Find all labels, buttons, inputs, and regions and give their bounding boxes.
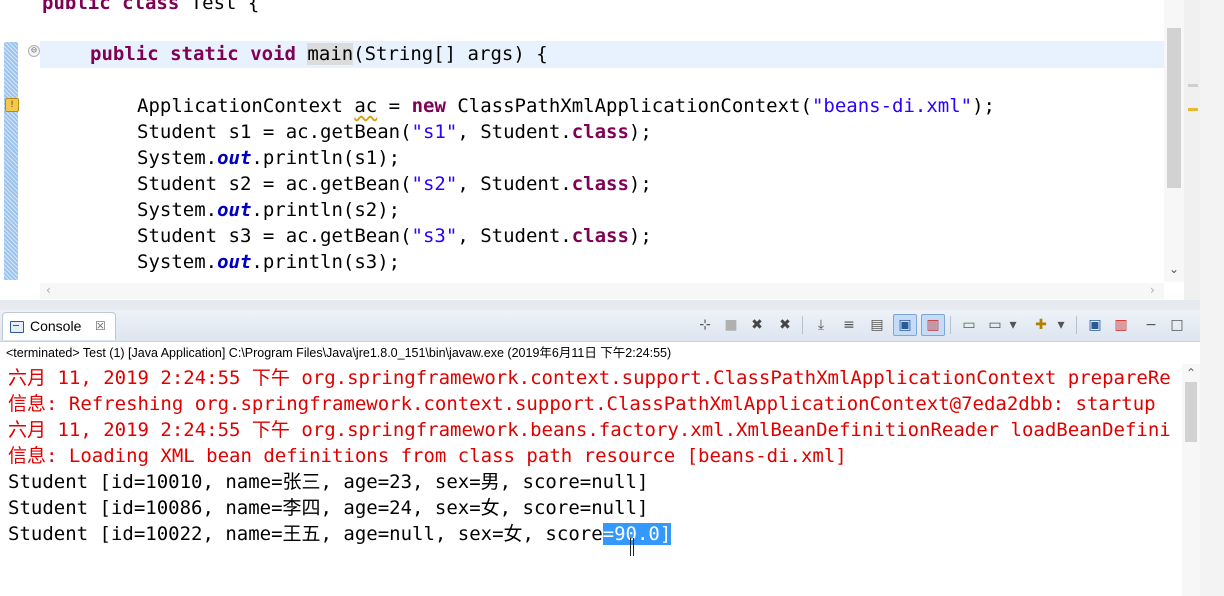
scroll-down-icon[interactable]: ⌄ — [1165, 262, 1183, 278]
code-line-class-decl[interactable]: public class Test { — [42, 0, 259, 16]
toolbar-separator — [1076, 316, 1077, 334]
toolbar-separator — [802, 316, 803, 334]
remove-launch-icon[interactable]: ✖ — [746, 314, 768, 336]
overview-warning-mark[interactable] — [1188, 108, 1198, 111]
console-icon — [10, 321, 24, 333]
overview-mark[interactable] — [1188, 84, 1198, 87]
show-on-stderr-change-icon[interactable]: ▥ — [921, 314, 945, 336]
console-line-stdout: Student [id=10086, name=李四, age=24, sex=… — [8, 497, 649, 519]
chevron-down-icon[interactable]: ▾ — [1006, 314, 1020, 336]
terminate-icon[interactable]: ■ — [720, 314, 742, 336]
pin-console-icon[interactable]: ⊹ — [694, 314, 716, 336]
code-editor[interactable]: ⊖ ! public class Test { public static vo… — [0, 0, 1205, 300]
console-line-stderr: 六月 11, 2019 2:24:55 下午 org.springframewo… — [8, 367, 1171, 389]
scroll-up-icon[interactable]: ⌃ — [1183, 366, 1199, 380]
remove-all-terminated-icon[interactable]: ✖ — [774, 314, 796, 336]
editor-scrollbar-thumb[interactable] — [1167, 28, 1181, 188]
show-on-stdout-change-icon[interactable]: ▣ — [893, 314, 917, 336]
text-cursor-icon — [630, 538, 634, 556]
scroll-right-icon[interactable]: › — [1150, 283, 1155, 297]
scroll-lock-icon[interactable]: ⤓ — [810, 314, 832, 336]
fold-collapse-icon[interactable]: ⊖ — [28, 45, 40, 57]
show-stdout-icon[interactable]: ▤ — [866, 314, 888, 336]
code-line-get-bean-s3[interactable]: Student s3 = ac.getBean("s3", Student.cl… — [137, 223, 652, 249]
pin-display-icon[interactable]: ▭ — [984, 314, 1006, 336]
overview-ruler[interactable] — [1184, 0, 1200, 300]
console-line-stderr: 六月 11, 2019 2:24:55 下午 org.springframewo… — [8, 419, 1171, 441]
code-line-get-bean-s2[interactable]: Student s2 = ac.getBean("s2", Student.cl… — [137, 171, 652, 197]
console-output[interactable]: 六月 11, 2019 2:24:55 下午 org.springframewo… — [0, 364, 1182, 596]
console-line-stderr: 信息: Loading XML bean definitions from cl… — [8, 445, 847, 467]
console-tab-label: Console — [30, 318, 82, 334]
console-line-stdout: Student [id=10010, name=张三, age=23, sex=… — [8, 471, 649, 493]
chevron-down-icon[interactable]: ▾ — [1054, 314, 1068, 336]
window-right-frame — [1200, 0, 1224, 596]
code-line-get-bean-s1[interactable]: Student s1 = ac.getBean("s1", Student.cl… — [137, 119, 652, 145]
code-line-println-s3[interactable]: System.out.println(s3); — [137, 249, 400, 275]
occurrence-highlight: main — [307, 43, 354, 65]
unused-variable-warning: ac — [354, 95, 378, 117]
editor-left-ruler — [4, 42, 18, 280]
tab-console[interactable]: Console ☒ — [2, 312, 116, 340]
console-line-stdout: Student [id=10022, name=王五, age=null, se… — [8, 523, 672, 545]
minimize-view-icon[interactable]: − — [1140, 314, 1162, 336]
toolbar-separator — [950, 316, 951, 334]
console-view-icon[interactable]: ▣ — [1084, 314, 1106, 336]
console-line-stderr: 信息: Refreshing org.springframework.conte… — [8, 393, 1156, 415]
error-log-icon[interactable]: ▥ — [1110, 314, 1132, 336]
scroll-left-icon[interactable]: ‹ — [46, 283, 51, 297]
display-selected-console-icon[interactable]: ▭ — [958, 314, 980, 336]
console-tab-bar — [0, 310, 1200, 342]
new-console-icon[interactable]: ✚ — [1030, 314, 1052, 336]
console-process-status: <terminated> Test (1) [Java Application]… — [6, 346, 672, 360]
word-wrap-icon[interactable]: ≡ — [838, 314, 860, 336]
close-tab-icon[interactable]: ☒ — [95, 313, 106, 340]
editor-horizontal-scrollbar[interactable] — [40, 283, 1164, 299]
code-line-println-s2[interactable]: System.out.println(s2); — [137, 197, 400, 223]
warning-icon[interactable]: ! — [5, 98, 19, 112]
maximize-view-icon[interactable]: □ — [1166, 314, 1188, 336]
view-sash[interactable] — [0, 300, 1224, 310]
code-line-println-s1[interactable]: System.out.println(s1); — [137, 145, 400, 171]
code-line-main-decl[interactable]: public static void main(String[] args) { — [90, 41, 548, 67]
code-line-application-context[interactable]: ApplicationContext ac = new ClassPathXml… — [137, 93, 995, 119]
console-scrollbar-thumb[interactable] — [1185, 382, 1197, 442]
text-selection: =90.0] — [602, 523, 672, 545]
